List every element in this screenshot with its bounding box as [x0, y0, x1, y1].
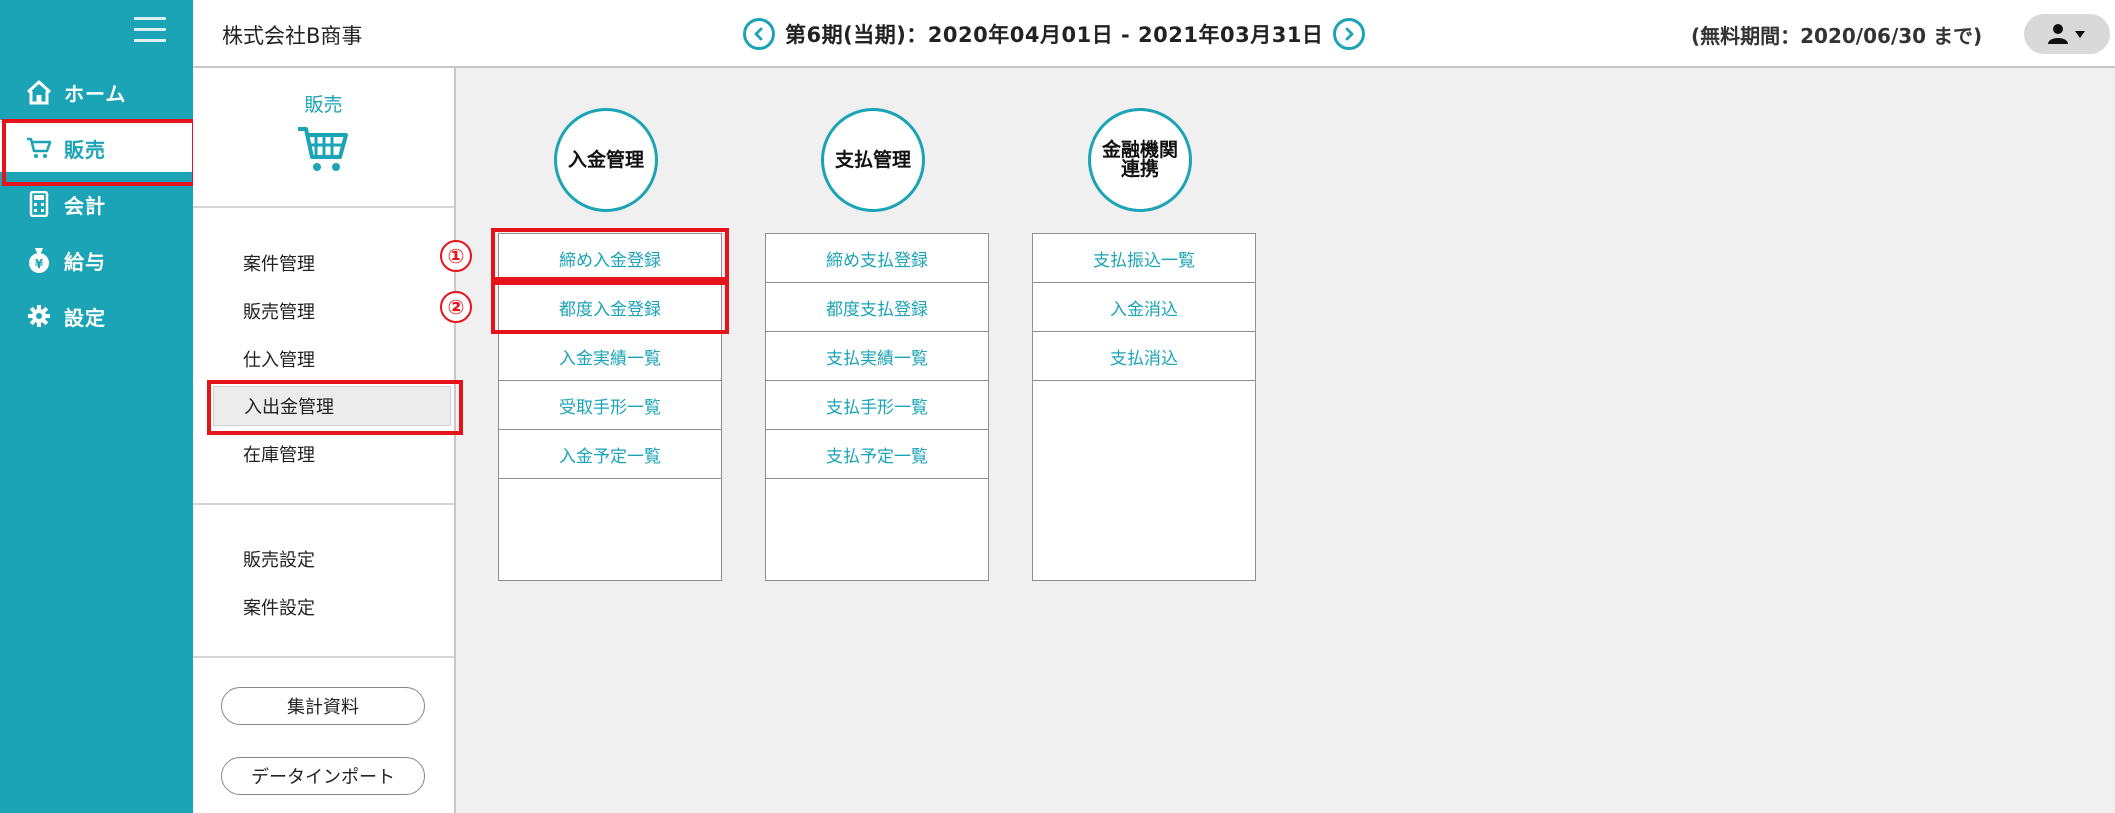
summary-report-button[interactable]: 集計資料: [221, 687, 425, 725]
link-receipt-results-list[interactable]: 入金実績一覧: [499, 332, 721, 381]
nav-label: 販売: [64, 137, 106, 162]
link-each-payment-registration[interactable]: 都度支払登録: [766, 283, 988, 332]
link-notes-payable-list[interactable]: 支払手形一覧: [766, 381, 988, 430]
submenu-item-project-settings[interactable]: 案件設定: [243, 594, 315, 620]
hamburger-menu-icon[interactable]: [134, 17, 166, 43]
nav-item-settings[interactable]: 設定: [0, 288, 193, 344]
submenu-title: 販売: [304, 94, 343, 116]
submenu-item-purchase[interactable]: 仕入管理: [243, 346, 315, 372]
link-receipt-schedule-list[interactable]: 入金予定一覧: [499, 430, 721, 479]
user-menu-button[interactable]: [2024, 14, 2110, 54]
svg-text:¥: ¥: [35, 257, 44, 271]
divider: [193, 656, 454, 658]
nav-item-payroll[interactable]: ¥ 給与: [0, 232, 193, 288]
submenu-item-sales[interactable]: 販売管理: [243, 298, 315, 324]
link-receipt-reconciliation[interactable]: 入金消込: [1033, 283, 1255, 332]
gear-icon: [20, 301, 58, 331]
nav-item-accounting[interactable]: 会計: [0, 176, 193, 232]
period-label: 第6期(当期)：2020年04月01日 - 2021年03月31日: [785, 23, 1324, 47]
receipt-management-heading: 入金管理: [554, 108, 658, 212]
cart-icon: [296, 123, 350, 179]
receipt-management-list: 締め入金登録 都度入金登録 入金実績一覧 受取手形一覧 入金予定一覧: [498, 233, 722, 581]
submenu-item-sales-settings[interactable]: 販売設定: [243, 546, 315, 572]
link-payment-results-list[interactable]: 支払実績一覧: [766, 332, 988, 381]
money-bag-icon: ¥: [20, 245, 58, 275]
period-selector: 第6期(当期)：2020年04月01日 - 2021年03月31日: [743, 16, 1366, 52]
submenu-item-inventory[interactable]: 在庫管理: [243, 441, 315, 467]
marker-2: ②: [440, 291, 472, 323]
link-closing-payment-registration[interactable]: 締め支払登録: [766, 234, 988, 283]
payment-management-heading: 支払管理: [821, 108, 925, 212]
nav-label: 会計: [64, 193, 106, 218]
bank-integration-list: 支払振込一覧 入金消込 支払消込: [1032, 233, 1256, 581]
divider: [193, 206, 454, 208]
divider: [193, 503, 454, 505]
top-header: 株式会社B商事 第6期(当期)：2020年04月01日 - 2021年03月31…: [193, 0, 2115, 68]
caret-down-icon: [2075, 31, 2085, 38]
trial-period-text: (無料期間：2020/06/30 まで): [1691, 24, 1983, 48]
marker-1: ①: [440, 240, 472, 272]
data-import-button[interactable]: データインポート: [221, 757, 425, 795]
bank-integration-heading: 金融機関 連携: [1088, 108, 1192, 212]
submenu-item-cashflow[interactable]: 入出金管理: [213, 386, 451, 426]
user-icon: [2048, 24, 2068, 44]
chevron-left-icon: [754, 27, 763, 41]
payment-management-list: 締め支払登録 都度支払登録 支払実績一覧 支払手形一覧 支払予定一覧: [765, 233, 989, 581]
link-notes-receivable-list[interactable]: 受取手形一覧: [499, 381, 721, 430]
home-icon: [20, 77, 58, 107]
link-payment-reconciliation[interactable]: 支払消込: [1033, 332, 1255, 381]
next-period-button[interactable]: [1333, 18, 1366, 50]
nav-label: ホーム: [64, 81, 127, 106]
chevron-right-icon: [1346, 27, 1354, 41]
heading-line: 連携: [1120, 158, 1159, 180]
prev-period-button[interactable]: [743, 18, 775, 50]
submenu-item-project[interactable]: 案件管理: [243, 250, 315, 276]
calculator-icon: [20, 189, 58, 219]
link-closing-receipt-registration[interactable]: 締め入金登録: [499, 234, 721, 283]
link-payment-schedule-list[interactable]: 支払予定一覧: [766, 430, 988, 479]
link-each-receipt-registration[interactable]: 都度入金登録: [499, 283, 721, 332]
company-name: 株式会社B商事: [222, 24, 363, 48]
link-payment-transfer-list[interactable]: 支払振込一覧: [1033, 234, 1255, 283]
nav-item-home[interactable]: ホーム: [0, 64, 193, 120]
sales-submenu-panel: 販売 案件管理 販売管理 仕入管理 入出金管理 在庫管理 販売設定 案件設定 集…: [193, 68, 456, 813]
nav-label: 設定: [64, 305, 106, 330]
nav-item-sales[interactable]: 販売: [0, 120, 193, 176]
nav-label: 給与: [64, 249, 106, 274]
cart-icon: [20, 133, 58, 163]
main-sidebar: ホーム 販売 会計 ¥ 給与 設定: [0, 0, 193, 813]
